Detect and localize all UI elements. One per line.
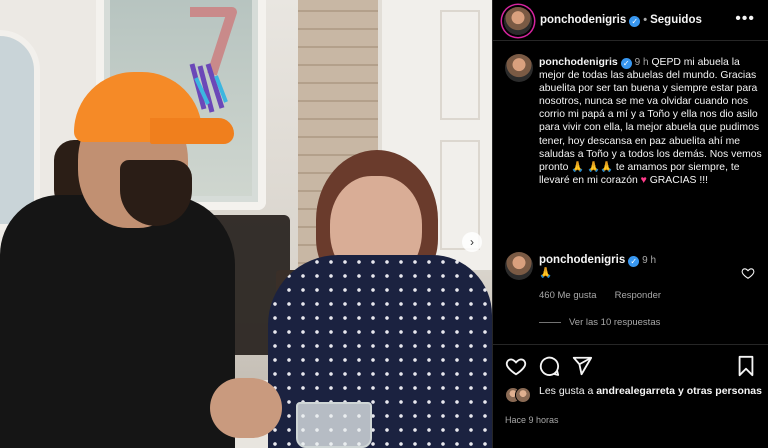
bookmark-icon[interactable] <box>735 355 757 377</box>
door-panel <box>440 10 480 120</box>
reply-button[interactable]: Responder <box>615 290 661 301</box>
action-bar <box>493 344 768 390</box>
caption-username[interactable]: ponchodenigris <box>539 56 618 68</box>
following-button[interactable]: Seguidos <box>650 14 702 26</box>
comment-text: ponchodenigris ✓ 9 h 🙏 <box>539 254 656 280</box>
cap-brim <box>150 118 234 144</box>
avatar[interactable] <box>504 7 532 35</box>
post-photo[interactable]: › <box>0 0 492 448</box>
next-image-button[interactable]: › <box>462 232 482 252</box>
caption-text: ponchodenigris ✓ 9 h QEPD mi abuela la me… <box>539 56 765 187</box>
comment-meta: 460 Me gusta Responder <box>539 290 679 301</box>
header-user: ponchodenigris ✓ • Seguidos <box>540 14 702 27</box>
separator-dot: • <box>643 14 648 26</box>
plastic-cup <box>296 402 372 448</box>
caption-time: 9 h <box>634 57 649 68</box>
heart-icon[interactable] <box>741 266 755 280</box>
view-replies-label: Ver las 10 respuestas <box>569 317 661 328</box>
verified-badge-icon: ✓ <box>620 58 632 69</box>
heart-emoji: ♥ <box>640 174 647 186</box>
post-header: ponchodenigris ✓ • Seguidos ••• <box>493 0 768 41</box>
avatar[interactable] <box>505 252 533 280</box>
comment-username[interactable]: ponchodenigris <box>539 254 625 266</box>
share-icon[interactable] <box>571 355 593 377</box>
caption-body: QEPD mi abuela la mejor de todas las abu… <box>539 57 762 186</box>
likes-text: Les gusta a andrealegarreta y otras pers… <box>539 385 765 398</box>
likes-user[interactable]: andrealegarreta <box>596 385 675 397</box>
comment-time: 9 h <box>642 255 657 266</box>
more-options-icon[interactable]: ••• <box>735 10 755 28</box>
comment: ponchodenigris ✓ 9 h 🙏 460 Me gusta Respon… <box>505 252 763 312</box>
verified-badge-icon: ✓ <box>629 16 641 27</box>
liker-avatar[interactable] <box>515 387 531 403</box>
verified-badge-icon: ✓ <box>628 256 640 267</box>
comment-icon[interactable] <box>538 355 560 377</box>
avatar[interactable] <box>505 54 533 82</box>
comment-likes[interactable]: 460 Me gusta <box>539 290 597 301</box>
comment-body: 🙏 <box>539 267 553 279</box>
post-details-panel: ponchodenigris ✓ • Seguidos ••• ponchodenig… <box>492 0 768 448</box>
header-username[interactable]: ponchodenigris <box>540 14 626 26</box>
post-timestamp: Hace 9 horas <box>505 415 559 425</box>
likes-others[interactable]: y otras personas <box>678 385 762 397</box>
man-shirt <box>0 195 235 448</box>
view-replies-button[interactable]: Ver las 10 respuestas <box>539 317 660 328</box>
replies-divider <box>539 321 561 323</box>
held-hands <box>210 378 282 438</box>
caption-body-end: GRACIAS !!! <box>649 174 709 186</box>
heart-icon[interactable] <box>505 355 527 377</box>
likes-prefix: Les gusta a <box>539 385 594 397</box>
likes-summary: Les gusta a andrealegarreta y otras pers… <box>505 385 765 415</box>
